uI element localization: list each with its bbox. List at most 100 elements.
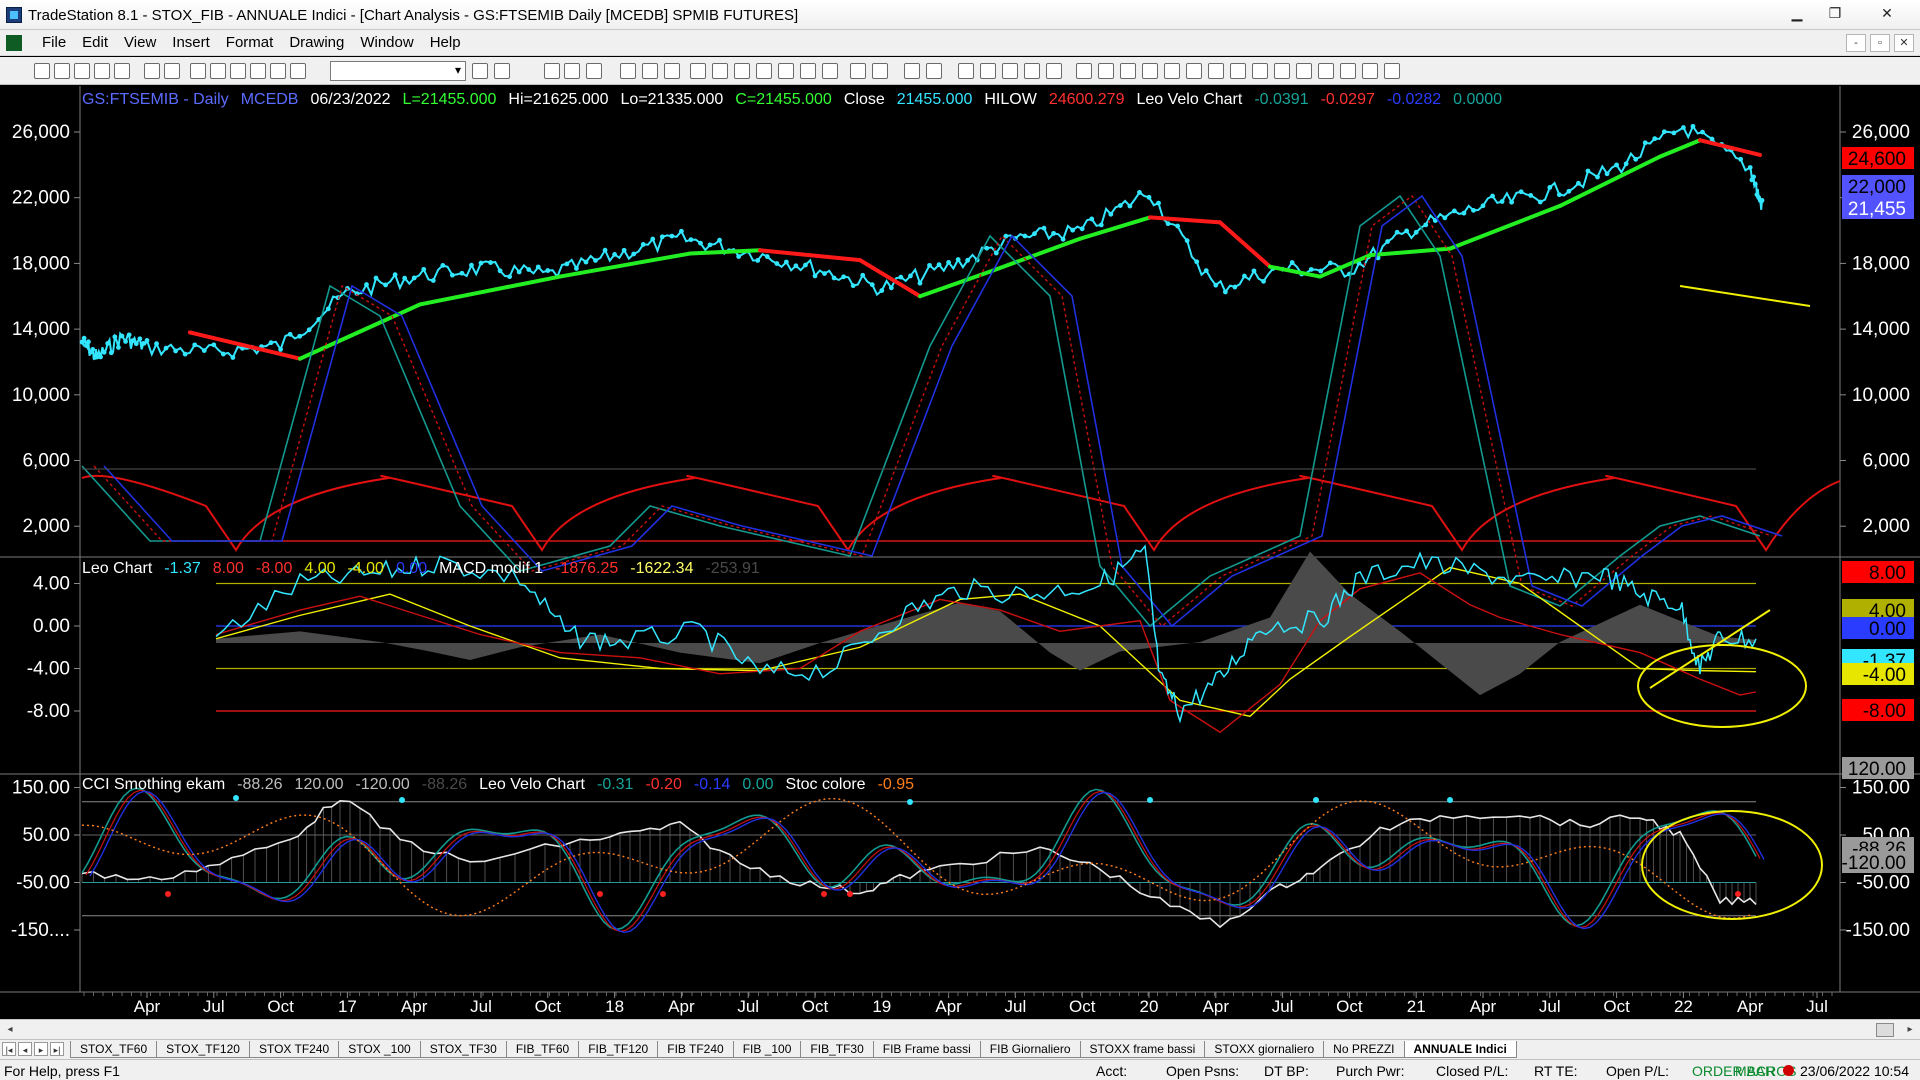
arc-icon[interactable]: [1252, 63, 1268, 79]
speed-lines-icon[interactable]: [1208, 63, 1224, 79]
workspace-tab[interactable]: STOX_TF30: [419, 1041, 507, 1058]
trendline-icon[interactable]: [1076, 63, 1092, 79]
tab-last-button[interactable]: ▸|: [50, 1042, 64, 1056]
fibonacci-icon[interactable]: [1142, 63, 1158, 79]
tab-prev-button[interactable]: ◂: [18, 1042, 32, 1056]
tab-next-button[interactable]: ▸: [34, 1042, 48, 1056]
workspace-tab[interactable]: FIB _100: [732, 1041, 802, 1058]
menu-help[interactable]: Help: [422, 34, 469, 51]
data-window-icon[interactable]: [544, 63, 560, 79]
bar-chart-icon[interactable]: [712, 63, 728, 79]
workspace-tab[interactable]: STOX TF240: [248, 1041, 340, 1058]
symbol-combobox[interactable]: [330, 61, 466, 81]
scroll-right-arrow-icon[interactable]: ▸: [1902, 1022, 1918, 1038]
up-arrow-icon[interactable]: [1296, 63, 1312, 79]
chart-canvas[interactable]: Apr Jul Oct 17 Apr Jul Oct 18 Apr Jul Oct 19 Apr Jul O…: [0, 86, 1920, 1019]
workspace-tab[interactable]: FIB_TF60: [505, 1041, 580, 1058]
save-icon[interactable]: [144, 63, 160, 79]
moving-average-segment: [1658, 138, 1702, 159]
workspace-tab[interactable]: STOXX frame bassi: [1079, 1041, 1206, 1058]
grid-icon[interactable]: [586, 63, 602, 79]
menu-drawing[interactable]: Drawing: [281, 34, 352, 51]
link-icon[interactable]: [1046, 63, 1062, 79]
alert-icon[interactable]: [664, 63, 680, 79]
gann-icon[interactable]: [1186, 63, 1202, 79]
copy-icon[interactable]: [210, 63, 226, 79]
mdi-restore-button[interactable]: ▫: [1870, 34, 1890, 52]
workspace-tab[interactable]: STOX _100: [338, 1041, 421, 1058]
vertical-line-icon[interactable]: [1164, 63, 1180, 79]
price-close-line[interactable]: [81, 124, 1763, 361]
open-icon[interactable]: [74, 63, 90, 79]
header-value: 06/23/2022: [310, 91, 390, 108]
chart-analysis-area[interactable]: Apr Jul Oct 17 Apr Jul Oct 18 Apr Jul Oct 19 Apr Jul O…: [0, 86, 1920, 1019]
workspace-tab[interactable]: STOX_TF60: [70, 1041, 158, 1058]
workspace-tab[interactable]: FIB_TF120: [578, 1041, 659, 1058]
menu-window[interactable]: Window: [352, 34, 421, 51]
menu-edit[interactable]: Edit: [74, 34, 116, 51]
strategy-performance-icon[interactable]: [1024, 63, 1040, 79]
mdi-close-button[interactable]: ✕: [1894, 34, 1914, 52]
save-workspace-icon[interactable]: [114, 63, 130, 79]
pointer-icon[interactable]: [958, 63, 974, 79]
tools-icon[interactable]: [1002, 63, 1018, 79]
workspace-tab[interactable]: FIB TF240: [657, 1041, 734, 1058]
minimize-button[interactable]: ▁: [1780, 0, 1814, 26]
new-window-icon[interactable]: [54, 63, 70, 79]
scroll-right-icon[interactable]: [872, 63, 888, 79]
format-window-icon[interactable]: [564, 63, 580, 79]
restore-button[interactable]: ❐: [1818, 0, 1852, 26]
format-icon[interactable]: [250, 63, 266, 79]
workspace-tab[interactable]: ANNUALE Indici: [1403, 1041, 1517, 1058]
symbol-lookup-icon[interactable]: [494, 63, 510, 79]
workspace-tab[interactable]: STOX_TF120: [156, 1041, 250, 1058]
paste-icon[interactable]: [230, 63, 246, 79]
freehand-icon[interactable]: [1274, 63, 1290, 79]
scroll-left-icon[interactable]: [850, 63, 866, 79]
open-workspace-icon[interactable]: [94, 63, 110, 79]
moving-average-segment: [1558, 154, 1662, 208]
zoom-in-icon[interactable]: [904, 63, 920, 79]
cut-icon[interactable]: [190, 63, 206, 79]
workspace-tab[interactable]: FIB_TF30: [800, 1041, 874, 1058]
down-arrow-icon[interactable]: [1318, 63, 1334, 79]
pointfigure-icon[interactable]: [778, 63, 794, 79]
horizontal-scrollbar[interactable]: ◂ ▸: [0, 1019, 1920, 1039]
menu-format[interactable]: Format: [218, 34, 282, 51]
rectangle-icon[interactable]: [1362, 63, 1378, 79]
strategy-icon[interactable]: [642, 63, 658, 79]
zoom-out-icon[interactable]: [926, 63, 942, 79]
annotation-ellipse[interactable]: [1637, 644, 1807, 728]
workspace-tab[interactable]: No PREZZI: [1323, 1041, 1405, 1058]
price-point: [1576, 180, 1581, 186]
chart-type-icon[interactable]: [690, 63, 706, 79]
workspace-tab[interactable]: FIB Giornaliero: [979, 1041, 1081, 1058]
workspace-tab[interactable]: FIB Frame bassi: [872, 1041, 981, 1058]
print-icon[interactable]: [164, 63, 180, 79]
menu-insert[interactable]: Insert: [164, 34, 218, 51]
mdi-minimize-button[interactable]: -: [1846, 34, 1866, 52]
delete-icon[interactable]: [290, 63, 306, 79]
candle-icon[interactable]: [734, 63, 750, 79]
ellipse-icon[interactable]: [1340, 63, 1356, 79]
bar-spacing-icon[interactable]: [822, 63, 838, 79]
scroll-left-arrow-icon[interactable]: ◂: [2, 1022, 18, 1038]
channel-icon[interactable]: [1120, 63, 1136, 79]
menu-view[interactable]: View: [116, 34, 164, 51]
new-icon[interactable]: [34, 63, 50, 79]
regression-icon[interactable]: [1230, 63, 1246, 79]
menu-file[interactable]: File: [34, 34, 74, 51]
line-chart-icon[interactable]: [756, 63, 772, 79]
tab-first-button[interactable]: |◂: [2, 1042, 16, 1056]
text-icon[interactable]: [1384, 63, 1400, 79]
workspace-tab[interactable]: STOXX giornaliero: [1204, 1041, 1325, 1058]
refresh-icon[interactable]: [270, 63, 286, 79]
support-trendline[interactable]: [1679, 285, 1811, 307]
scrollbar-thumb[interactable]: [1876, 1023, 1894, 1037]
indicator-icon[interactable]: [620, 63, 636, 79]
horizontal-line-icon[interactable]: [1098, 63, 1114, 79]
play-icon[interactable]: [472, 63, 488, 79]
close-button[interactable]: ✕: [1864, 0, 1910, 26]
volume-icon[interactable]: [800, 63, 816, 79]
crosshair-icon[interactable]: [980, 63, 996, 79]
